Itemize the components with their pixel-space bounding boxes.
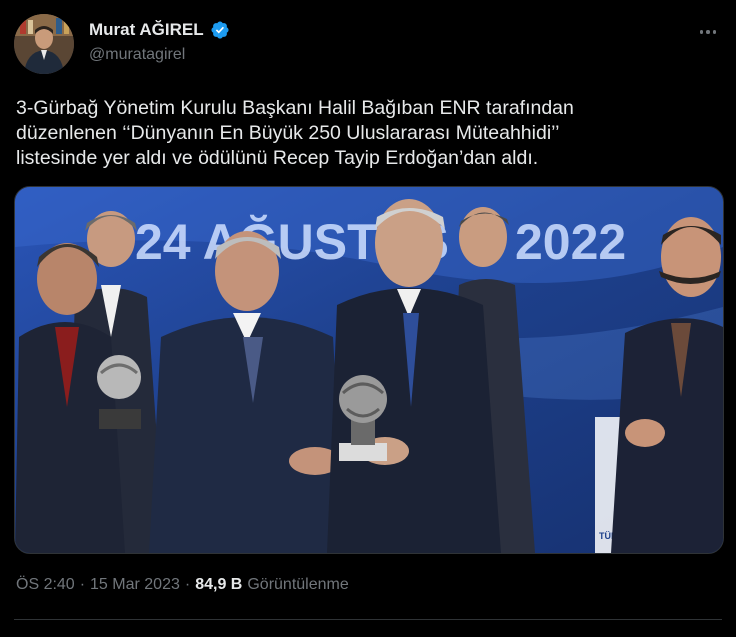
tweet-meta: ÖS 2:40 · 15 Mar 2023 · 84,9 B Görüntüle… xyxy=(16,576,349,594)
author-handle[interactable]: @muratagirel xyxy=(89,46,185,64)
banner-text-right: 2022 xyxy=(515,214,626,270)
tweet-text: 3-Gürbağ Yönetim Kurulu Başkanı Halil Ba… xyxy=(16,97,574,169)
views-label: Görüntülenme xyxy=(247,576,349,593)
tweet-time[interactable]: ÖS 2:40 xyxy=(16,576,75,594)
avatar-image xyxy=(14,14,74,74)
tweet-card: Murat AĞIREL @muratagirel 3-Gürbağ Yönet… xyxy=(0,0,736,637)
meta-separator: · xyxy=(79,576,86,593)
tweet-photo[interactable]: 24 AĞUSTOS 2022 TÜR MÜTEAHHİT xyxy=(14,186,724,554)
verified-badge-icon[interactable] xyxy=(210,20,230,40)
avatar[interactable] xyxy=(14,14,74,74)
divider xyxy=(14,619,722,620)
more-options-icon[interactable] xyxy=(696,22,720,42)
meta-separator-2: · xyxy=(184,576,191,593)
author-display-name[interactable]: Murat AĞIREL xyxy=(89,20,204,40)
trophy-left xyxy=(97,355,141,429)
tweet-date[interactable]: 15 Mar 2023 xyxy=(90,576,180,594)
views-count: 84,9 B xyxy=(195,576,243,593)
